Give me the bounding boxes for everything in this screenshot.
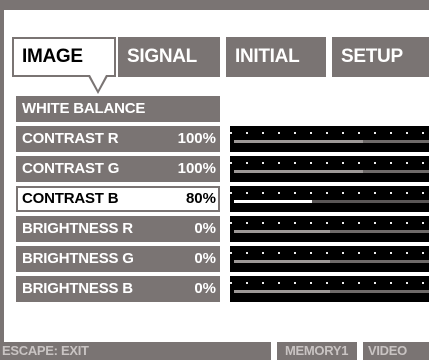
menu-item-value: 0% xyxy=(194,220,216,237)
menu-item-contrast-g[interactable]: CONTRAST G 100% xyxy=(16,156,220,182)
menu-item-label: CONTRAST G xyxy=(22,160,120,177)
menu-item-label: BRIGHTNESS R xyxy=(22,220,133,237)
slider-fill xyxy=(234,260,330,263)
memory-indicator: MEMORY1 xyxy=(285,343,349,358)
tab-signal[interactable]: SIGNAL xyxy=(118,37,220,77)
tab-setup-label: SETUP xyxy=(341,46,403,67)
osd-screen: IMAGE SIGNAL INITIAL SETUP WHITE BALANCE… xyxy=(0,0,429,360)
footer-divider xyxy=(357,342,363,360)
menu-item-contrast-b[interactable]: CONTRAST B 80% xyxy=(16,186,220,212)
menu-item-brightness-g[interactable]: BRIGHTNESS G 0% xyxy=(16,246,220,272)
slider-fill xyxy=(234,200,312,203)
menu-item-brightness-r[interactable]: BRIGHTNESS R 0% xyxy=(16,216,220,242)
slider-tick-marks xyxy=(230,162,429,164)
slider-contrast-b[interactable] xyxy=(230,186,429,212)
slider-contrast-g[interactable] xyxy=(230,156,429,182)
slider-tick-marks xyxy=(230,252,429,254)
menu-item-value: 100% xyxy=(177,160,216,177)
menu-item-value: 80% xyxy=(185,190,216,207)
menu-item-label: BRIGHTNESS B xyxy=(22,280,133,297)
section-header-label: WHITE BALANCE xyxy=(22,100,146,117)
slider-brightness-g[interactable] xyxy=(230,246,429,272)
tab-setup[interactable]: SETUP xyxy=(332,37,429,77)
tab-initial[interactable]: INITIAL xyxy=(226,37,326,77)
active-tab-pointer-inner xyxy=(90,75,106,90)
source-indicator: VIDEO xyxy=(368,343,407,358)
slider-tick-marks xyxy=(230,282,429,284)
menu-item-value: 0% xyxy=(194,250,216,267)
status-footer: ESCAPE: EXIT MEMORY1 VIDEO xyxy=(0,342,429,360)
slider-fill xyxy=(234,290,330,293)
slider-fill xyxy=(234,230,330,233)
tab-image[interactable]: IMAGE xyxy=(12,37,116,77)
tab-initial-label: INITIAL xyxy=(235,46,300,67)
title-bar xyxy=(0,0,429,10)
footer-divider xyxy=(271,342,277,360)
slider-brightness-r[interactable] xyxy=(230,216,429,242)
slider-tick-marks xyxy=(230,222,429,224)
tab-image-label: IMAGE xyxy=(22,46,83,67)
menu-item-value: 100% xyxy=(177,130,216,147)
slider-fill xyxy=(234,170,363,173)
menu-item-label: CONTRAST B xyxy=(22,190,119,207)
menu-item-brightness-b[interactable]: BRIGHTNESS B 0% xyxy=(16,276,220,302)
menu-item-value: 0% xyxy=(194,280,216,297)
tab-signal-label: SIGNAL xyxy=(127,46,197,67)
slider-tick-marks xyxy=(230,132,429,134)
escape-hint: ESCAPE: EXIT xyxy=(2,343,89,358)
menu-item-contrast-r[interactable]: CONTRAST R 100% xyxy=(16,126,220,152)
section-header-white-balance: WHITE BALANCE xyxy=(16,96,220,122)
menu-item-label: BRIGHTNESS G xyxy=(22,250,134,267)
menu-item-label: CONTRAST R xyxy=(22,130,119,147)
slider-contrast-r[interactable] xyxy=(230,126,429,152)
slider-brightness-b[interactable] xyxy=(230,276,429,302)
slider-fill xyxy=(234,140,363,143)
slider-tick-marks xyxy=(230,192,429,194)
